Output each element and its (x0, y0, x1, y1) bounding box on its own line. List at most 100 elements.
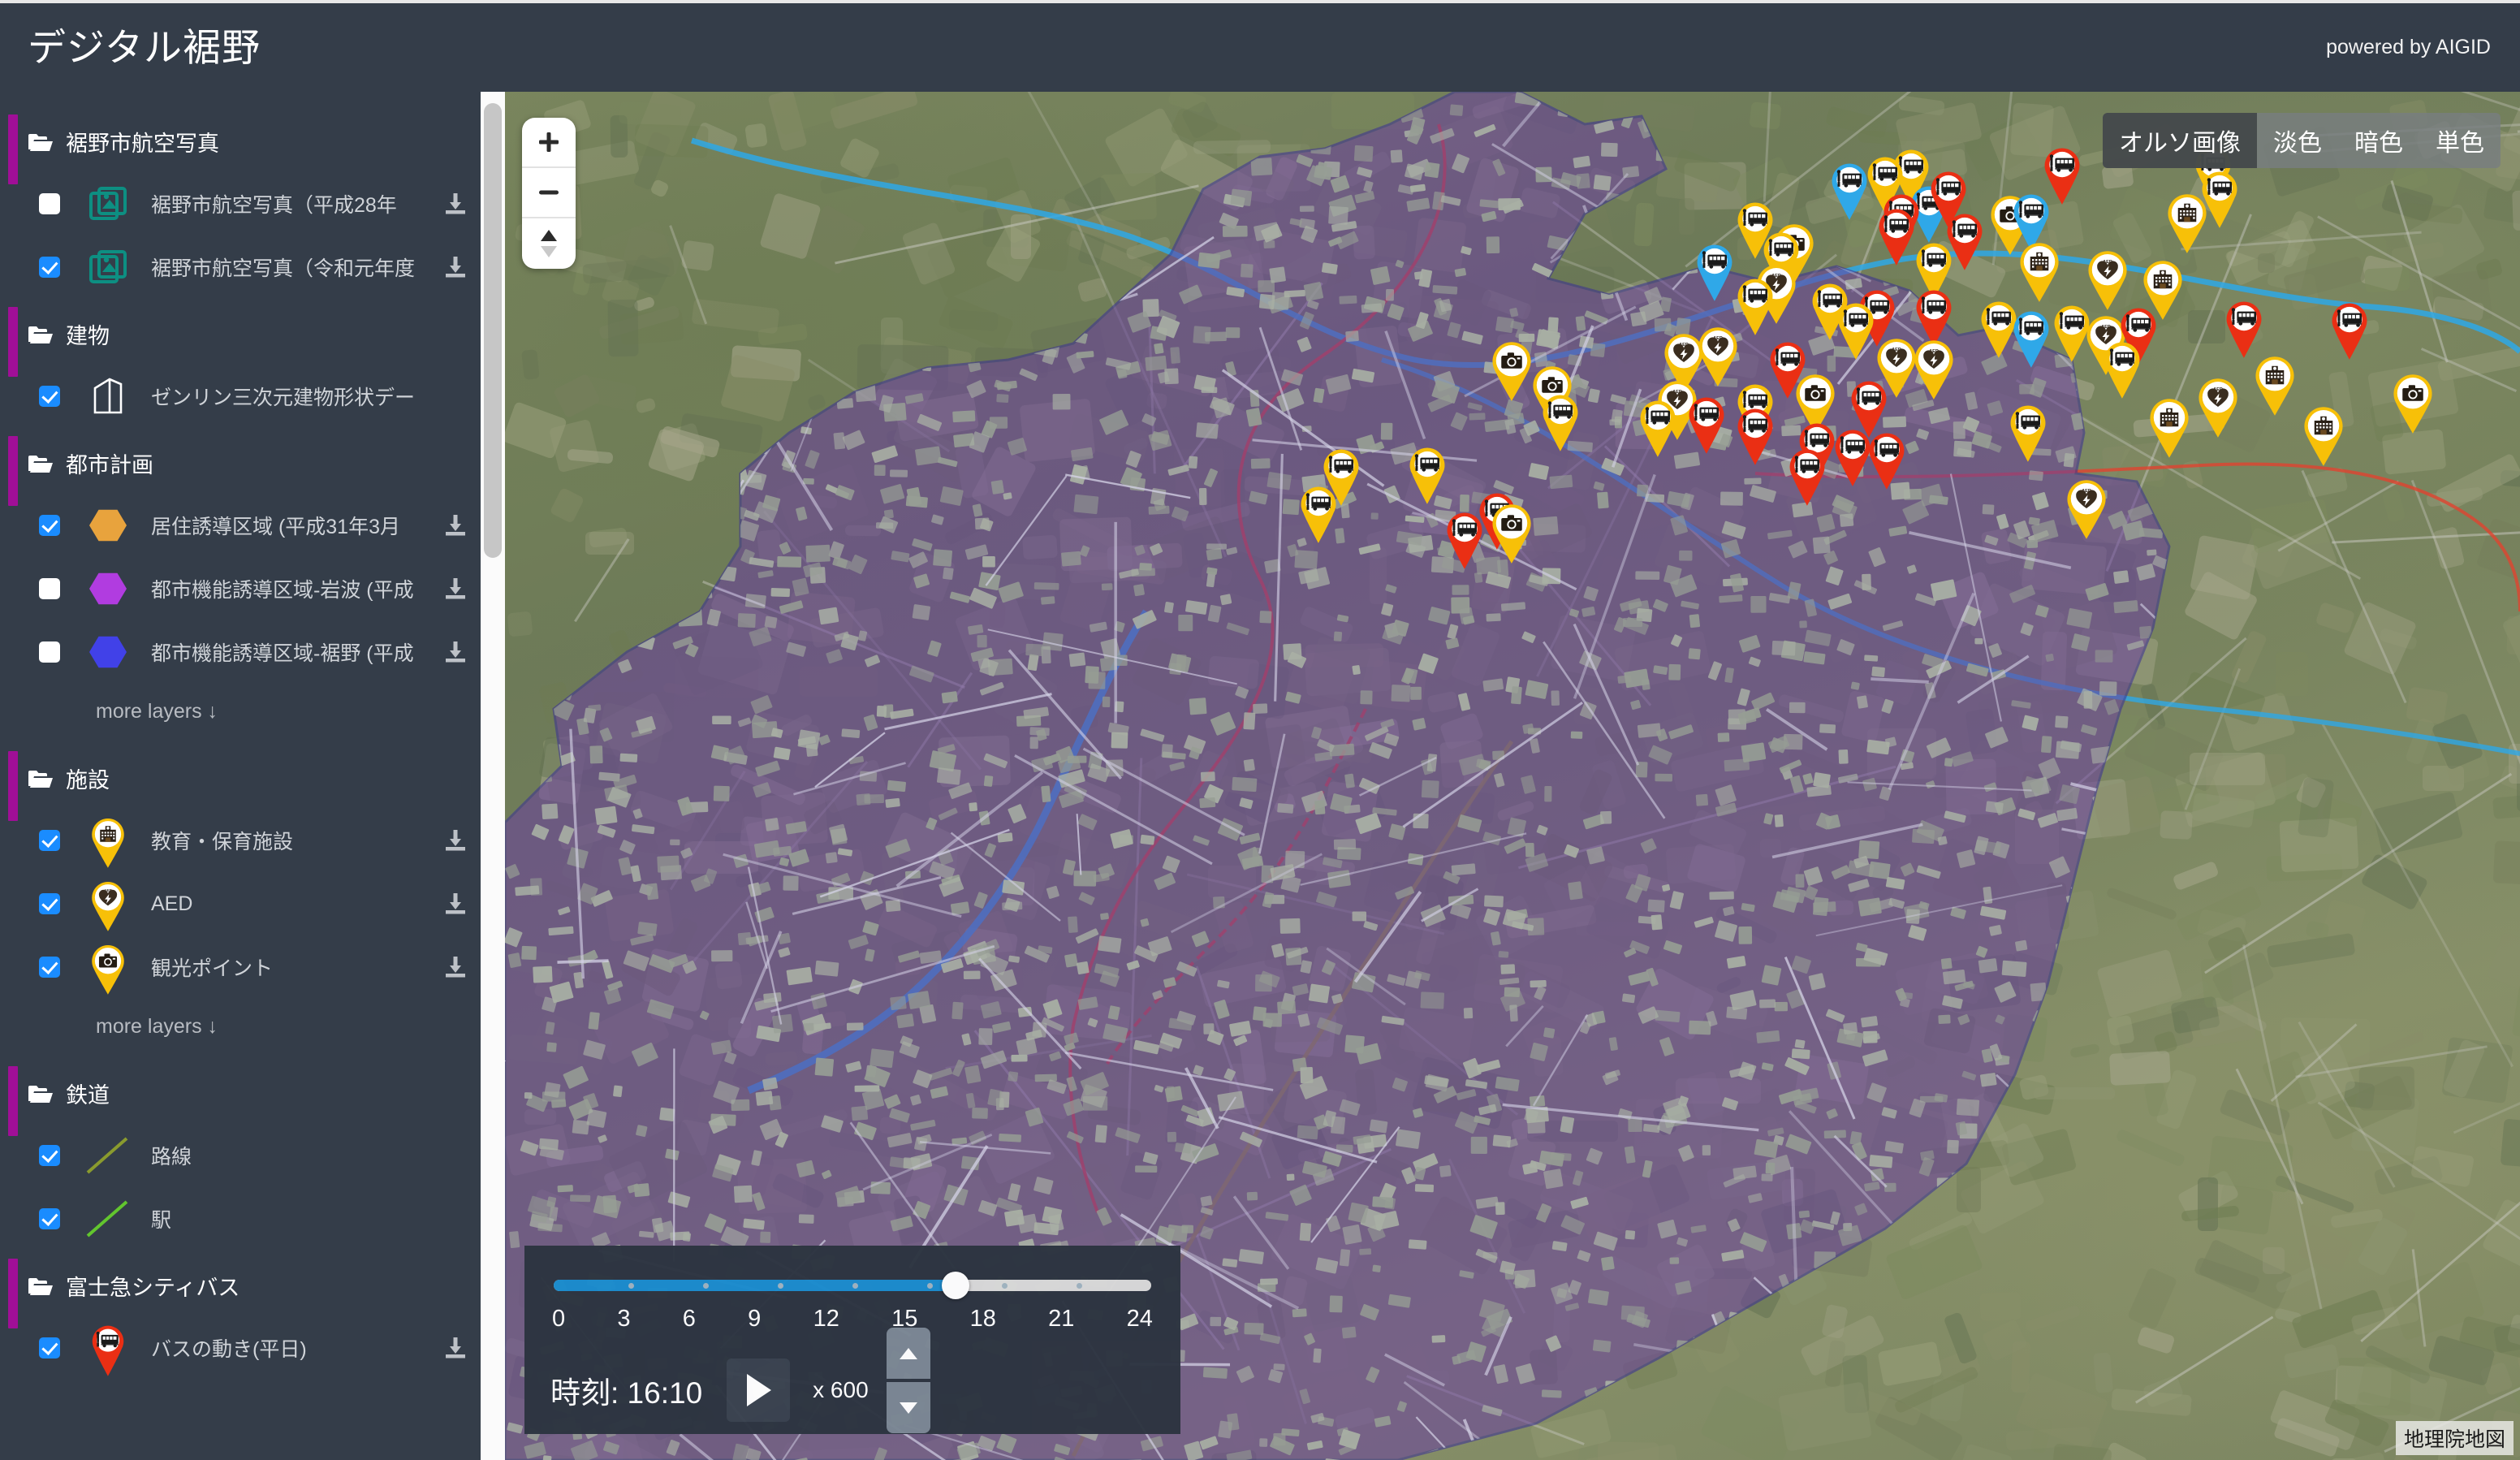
layer-row[interactable]: 路線 (0, 1124, 481, 1187)
map-marker[interactable] (1537, 388, 1584, 451)
map-marker[interactable] (1441, 506, 1488, 569)
pin-aed-icon[interactable]: AED (2193, 372, 2243, 438)
layer-download-button[interactable] (435, 640, 468, 664)
pin-camera-icon[interactable] (87, 939, 129, 995)
map-marker[interactable] (2326, 296, 2373, 360)
pin-aed-icon[interactable]: AED (87, 876, 129, 931)
layer-row[interactable]: ゼンリン三次元建物形状デー (0, 365, 481, 428)
play-button[interactable] (727, 1358, 791, 1422)
layer-group-header[interactable]: 建物 (0, 304, 481, 365)
layer-visibility-checkbox[interactable] (39, 515, 60, 536)
layer-row[interactable]: 観光ポイント (0, 935, 481, 999)
layer-row[interactable]: 教育・保育施設 (0, 809, 481, 872)
pin-bus-yellow-icon[interactable] (1537, 388, 1584, 451)
time-slider[interactable] (554, 1272, 1151, 1299)
layer-group-header[interactable]: 富士急シティバス (0, 1255, 481, 1316)
layer-visibility-checkbox[interactable] (39, 578, 60, 599)
layer-row[interactable]: 居住誘導区域 (平成31年3月 (0, 494, 481, 557)
layer-group-header[interactable]: 鉄道 (0, 1063, 481, 1124)
download-icon[interactable] (443, 640, 468, 664)
map-marker[interactable] (1487, 498, 1537, 564)
layer-visibility-checkbox[interactable] (39, 893, 60, 914)
map-marker[interactable] (1634, 394, 1681, 457)
map-marker[interactable] (2250, 350, 2300, 416)
map-marker[interactable] (1863, 426, 1910, 490)
pin-bus-yellow-icon[interactable] (1295, 480, 1342, 543)
pin-school-icon[interactable] (2162, 188, 2212, 253)
layer-row[interactable]: 都市機能誘導区域-岩波 (平成 (0, 557, 481, 620)
download-icon[interactable] (443, 1336, 468, 1360)
basemap-option-2[interactable]: 淡色 (2257, 113, 2338, 168)
map-tilt-control[interactable] (522, 218, 576, 269)
layer-download-button[interactable] (435, 955, 468, 979)
layer-row[interactable]: 都市機能誘導区域-裾野 (平成 (0, 620, 481, 684)
download-icon[interactable] (443, 192, 468, 216)
layer-download-button[interactable] (435, 892, 468, 916)
download-icon[interactable] (443, 955, 468, 979)
speed-decrease-button[interactable] (886, 1382, 930, 1433)
map-marker[interactable] (1683, 391, 1730, 454)
map-marker[interactable] (2388, 368, 2438, 434)
layer-visibility-checkbox[interactable] (39, 1208, 60, 1229)
layer-group-header[interactable]: 都市計画 (0, 433, 481, 494)
layer-group-header[interactable]: 裾野市航空写真 (0, 111, 481, 172)
layer-download-button[interactable] (435, 828, 468, 853)
layer-visibility-checkbox[interactable] (39, 1145, 60, 1166)
basemap-option-3[interactable]: 暗色 (2338, 113, 2419, 168)
layer-download-button[interactable] (435, 513, 468, 538)
pin-bus-red-icon[interactable] (2326, 296, 2373, 360)
download-icon[interactable] (443, 255, 468, 279)
more-layers-button[interactable]: more layers ↓ (0, 684, 481, 743)
pin-school-icon[interactable] (2144, 392, 2194, 458)
pin-school-icon[interactable] (2250, 350, 2300, 416)
pin-bus-red-icon[interactable] (1683, 391, 1730, 454)
basemap-option-1[interactable]: オルソ画像 (2103, 113, 2257, 168)
pin-camera-icon[interactable] (2388, 368, 2438, 434)
layer-visibility-checkbox[interactable] (39, 830, 60, 851)
zoom-in-button[interactable] (522, 118, 576, 168)
layer-row[interactable]: 裾野市航空写真（平成28年 (0, 172, 481, 235)
pin-camera-icon[interactable] (1487, 498, 1537, 564)
layer-visibility-checkbox[interactable] (39, 257, 60, 278)
pin-bus-red-icon[interactable] (2220, 295, 2268, 358)
pin-bus-red-icon[interactable] (1441, 506, 1488, 569)
basemap-option-4[interactable]: 単色 (2419, 113, 2501, 168)
layer-group-header[interactable]: 施設 (0, 748, 481, 809)
more-layers-button[interactable]: more layers ↓ (0, 999, 481, 1058)
speed-increase-button[interactable] (886, 1328, 930, 1379)
map-marker[interactable] (1826, 157, 1873, 220)
layer-visibility-checkbox[interactable] (39, 957, 60, 978)
map-marker[interactable]: AED (2061, 473, 2112, 539)
map-marker[interactable] (1732, 402, 1779, 465)
download-icon[interactable] (443, 828, 468, 853)
layer-download-button[interactable] (435, 255, 468, 279)
pin-bus-red-icon[interactable] (87, 1320, 129, 1376)
map-marker[interactable] (1784, 443, 1831, 506)
time-slider-thumb[interactable] (941, 1272, 969, 1299)
layer-row[interactable]: 駅 (0, 1187, 481, 1251)
layer-download-button[interactable] (435, 577, 468, 601)
pin-bus-red-icon[interactable] (1784, 443, 1831, 506)
layer-visibility-checkbox[interactable] (39, 386, 60, 407)
map-marker[interactable] (2004, 399, 2052, 462)
pin-aed-icon[interactable]: AED (2061, 473, 2112, 539)
map-marker[interactable] (2144, 392, 2194, 458)
pin-bus-yellow-icon[interactable] (1404, 441, 1451, 504)
pin-bus-yellow-icon[interactable] (1634, 394, 1681, 457)
pin-bus-yellow-icon[interactable] (2004, 399, 2052, 462)
map-marker[interactable] (2220, 295, 2268, 358)
map-marker[interactable]: AED (2193, 372, 2243, 438)
pin-school-icon[interactable] (2298, 400, 2349, 466)
sidebar-scrollbar-thumb[interactable] (484, 103, 502, 558)
pin-school-icon[interactable] (87, 813, 129, 868)
map-marker[interactable] (1295, 480, 1342, 543)
pin-school-icon[interactable] (2014, 236, 2065, 302)
pin-bus-yellow-icon[interactable] (2099, 335, 2146, 399)
map-marker[interactable]: AED (1909, 334, 1959, 400)
map-marker[interactable] (2099, 335, 2146, 399)
layer-row[interactable]: バスの動き(平日) (0, 1316, 481, 1380)
pin-bus-red-icon[interactable] (1863, 426, 1910, 490)
layer-row[interactable]: AED AED (0, 872, 481, 935)
map-attribution[interactable]: 地理院地図 (2395, 1421, 2514, 1455)
layer-download-button[interactable] (435, 192, 468, 216)
